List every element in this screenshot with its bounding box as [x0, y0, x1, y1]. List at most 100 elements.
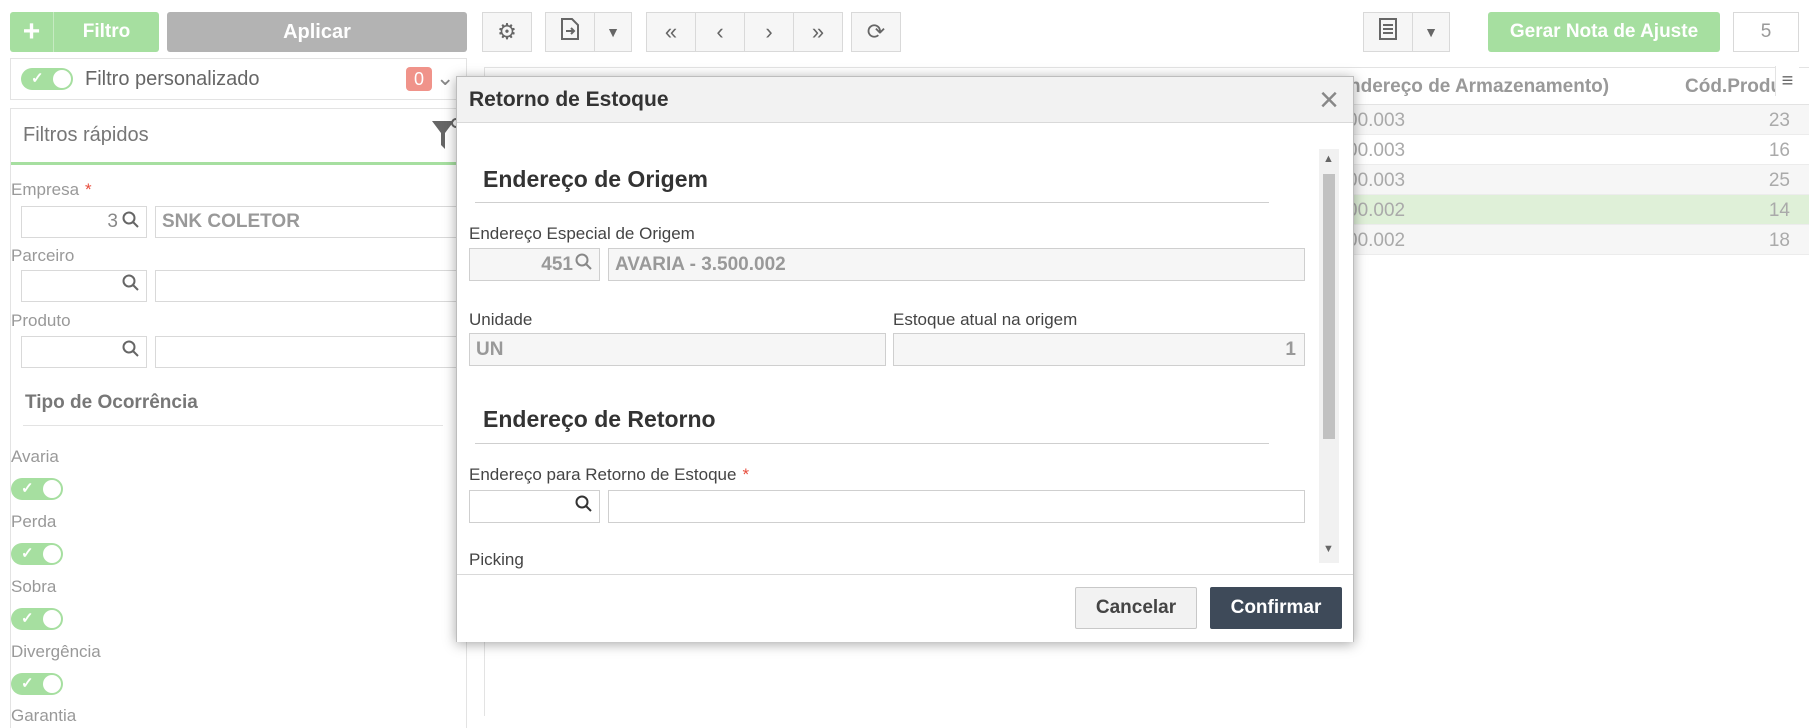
parceiro-code-input[interactable]	[21, 270, 147, 302]
next-page-button[interactable]: ›	[744, 12, 794, 52]
refresh-button[interactable]: ⟳	[851, 12, 901, 52]
aplicar-button[interactable]: Aplicar	[167, 12, 467, 52]
produto-name-input[interactable]	[155, 336, 467, 368]
close-icon[interactable]: ×	[1319, 81, 1339, 120]
end-especial-name-input[interactable]: AVARIA - 3.500.002	[608, 248, 1305, 281]
custom-filter-row: ✓ Filtro personalizado 0 ⌄	[10, 58, 467, 100]
end-retorno-label: Endereço para Retorno de Estoque *	[469, 465, 750, 484]
empresa-name-input[interactable]: SNK COLETOR	[155, 206, 467, 238]
tipo-ocorrencia-title: Tipo de Ocorrência	[25, 392, 198, 413]
scroll-up-arrow-icon[interactable]: ▲	[1323, 153, 1334, 165]
scrollbar-thumb[interactable]	[1323, 174, 1335, 439]
end-especial-code-input[interactable]: 451	[469, 248, 600, 281]
produto-code-input[interactable]	[21, 336, 147, 368]
produto-label: Produto	[11, 311, 71, 330]
dialog-footer: Cancelar Confirmar	[457, 574, 1353, 642]
avaria-toggle[interactable]: ✓	[11, 478, 63, 500]
last-page-button[interactable]: »	[793, 12, 843, 52]
document-export-icon	[560, 17, 580, 47]
parceiro-label: Parceiro	[11, 246, 75, 265]
caret-down-icon: ▼	[606, 24, 620, 40]
empresa-code: 3	[107, 211, 118, 232]
layout-button[interactable]	[1363, 12, 1413, 52]
search-icon[interactable]	[575, 495, 593, 519]
first-page-button[interactable]: «	[646, 12, 696, 52]
grid-menu-icon[interactable]: ≡	[1775, 66, 1799, 96]
confirm-button[interactable]: Confirmar	[1210, 587, 1342, 629]
double-chevron-left-icon: «	[664, 19, 678, 44]
gerar-nota-ajuste-button[interactable]: Gerar Nota de Ajuste	[1488, 12, 1720, 52]
dialog-header: Retorno de Estoque ×	[457, 77, 1353, 123]
search-icon[interactable]	[122, 340, 140, 364]
retorno-estoque-dialog: Retorno de Estoque × Endereço de Origem …	[456, 76, 1354, 642]
end-retorno-code-input[interactable]	[469, 490, 600, 523]
quick-filters-title: Filtros rápidos	[23, 124, 149, 146]
estoque-atual-input[interactable]: 1	[893, 333, 1305, 366]
unidade-input[interactable]: UN	[469, 333, 886, 366]
plus-icon: +	[10, 12, 54, 52]
section-divider	[475, 443, 1269, 444]
scroll-down-arrow-icon[interactable]: ▼	[1323, 543, 1334, 555]
cell-addr: 00.003	[1347, 140, 1406, 161]
column-header-endereco[interactable]: ndereço de Armazenamento)	[1349, 76, 1609, 98]
end-especial-label: Endereço Especial de Origem	[469, 224, 695, 243]
search-icon[interactable]	[575, 253, 593, 277]
perda-toggle[interactable]: ✓	[11, 543, 63, 565]
search-icon[interactable]	[122, 274, 140, 298]
filtro-label: Filtro	[82, 21, 131, 42]
cancel-button[interactable]: Cancelar	[1075, 587, 1197, 629]
column-header-cod-produto[interactable]: Cód.Produ	[1685, 76, 1782, 98]
refresh-icon: ⟳	[866, 19, 886, 44]
check-icon: ✓	[21, 545, 34, 562]
check-icon: ✓	[31, 70, 44, 87]
parceiro-name-input[interactable]	[155, 270, 467, 302]
occurrence-label-sobra: Sobra	[11, 577, 57, 596]
end-retorno-name-input[interactable]	[608, 490, 1305, 523]
record-count: 5	[1733, 12, 1799, 52]
export-dropdown-button[interactable]: ▼	[594, 12, 632, 52]
dialog-title: Retorno de Estoque	[469, 88, 669, 111]
chevron-down-icon[interactable]: ⌄	[436, 65, 454, 91]
picking-label: Picking	[469, 550, 524, 569]
section-divider	[475, 202, 1269, 203]
check-icon: ✓	[21, 480, 34, 497]
cell-cod: 25	[1768, 170, 1790, 191]
occurrence-label-divergencia: Divergência	[11, 642, 101, 661]
quick-filters-panel: Filtros rápidos	[10, 108, 467, 728]
gear-icon: ⚙	[497, 19, 517, 44]
cell-cod: 16	[1768, 140, 1790, 161]
layout-dropdown-button[interactable]: ▼	[1412, 12, 1450, 52]
add-filter-button[interactable]: + Filtro	[10, 12, 159, 52]
custom-filter-count-badge: 0	[406, 67, 432, 91]
custom-filter-toggle[interactable]: ✓	[21, 68, 73, 90]
required-asterisk: *	[85, 180, 92, 199]
divergencia-toggle[interactable]: ✓	[11, 673, 63, 695]
search-icon[interactable]	[122, 211, 140, 234]
export-button[interactable]	[545, 12, 595, 52]
caret-down-icon: ▼	[1424, 24, 1438, 40]
section-divider	[23, 425, 443, 426]
settings-button[interactable]: ⚙	[482, 12, 532, 52]
occurrence-label-perda: Perda	[11, 512, 57, 531]
occurrence-label-garantia: Garantia	[11, 706, 77, 725]
check-icon: ✓	[21, 610, 34, 627]
double-chevron-right-icon: »	[811, 19, 825, 44]
prev-page-button[interactable]: ‹	[695, 12, 745, 52]
section-retorno-heading: Endereço de Retorno	[483, 406, 716, 432]
cell-cod: 18	[1768, 230, 1790, 251]
empresa-code-input[interactable]: 3	[21, 206, 147, 238]
cell-addr: 00.002	[1347, 230, 1406, 251]
cell-addr: 00.003	[1347, 170, 1406, 191]
occurrence-label-avaria: Avaria	[11, 447, 59, 466]
cell-addr: 00.002	[1347, 200, 1406, 221]
cell-cod: 14	[1768, 200, 1790, 221]
list-icon	[1379, 18, 1397, 46]
sobra-toggle[interactable]: ✓	[11, 608, 63, 630]
filter-panel: + Filtro Aplicar ✓ Filtro personalizado …	[0, 0, 470, 728]
chevron-left-icon: ‹	[716, 19, 724, 44]
chevron-right-icon: ›	[765, 19, 773, 44]
check-icon: ✓	[21, 675, 34, 692]
unidade-label: Unidade	[469, 310, 533, 329]
cell-cod: 23	[1768, 110, 1790, 131]
estoque-atual-label: Estoque atual na origem	[893, 310, 1078, 329]
